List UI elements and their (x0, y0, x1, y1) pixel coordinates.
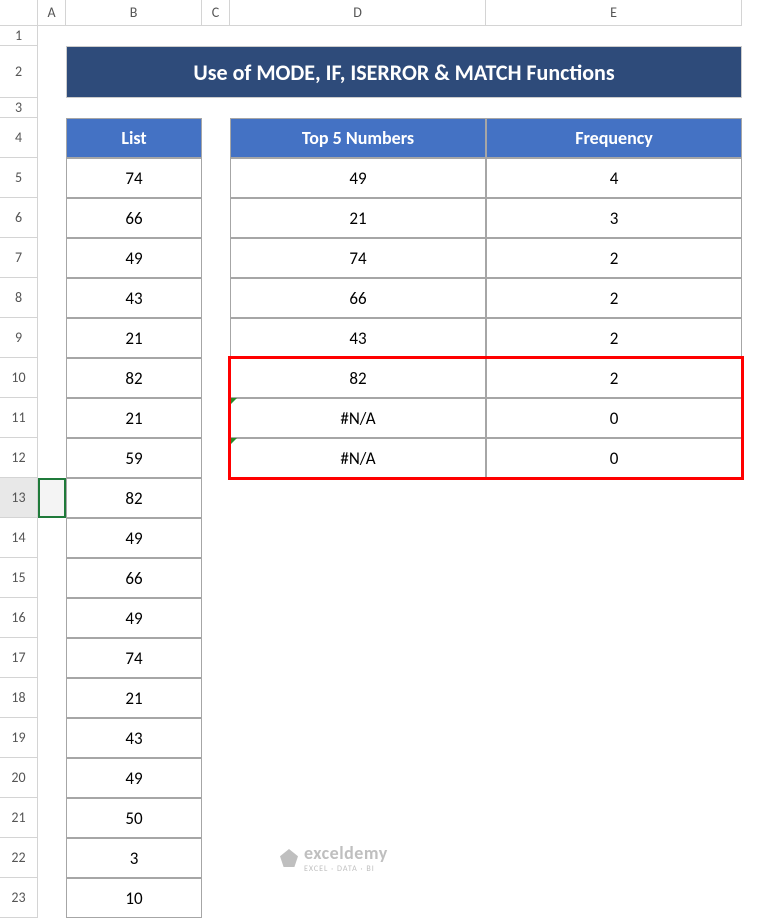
row-header-5[interactable]: 5 (0, 158, 38, 198)
list-cell[interactable]: 43 (66, 718, 202, 758)
top5-number-cell[interactable]: 82 (230, 358, 486, 398)
sheet-corner[interactable] (0, 0, 38, 26)
row-header-15[interactable]: 15 (0, 558, 38, 598)
top5-number-cell[interactable]: 21 (230, 198, 486, 238)
col-header-A[interactable]: A (38, 0, 66, 26)
header-freq[interactable]: Frequency (486, 118, 742, 158)
col-header-D[interactable]: D (230, 0, 486, 26)
top5-number-cell[interactable]: #N/A (230, 438, 486, 478)
top5-freq-cell[interactable]: 2 (486, 278, 742, 318)
spreadsheet: ABCDE 1234567891011121314151617181920212… (0, 0, 768, 918)
list-cell[interactable]: 82 (66, 478, 202, 518)
row-header-13[interactable]: 13 (0, 478, 38, 518)
row-header-21[interactable]: 21 (0, 798, 38, 838)
header-top5[interactable]: Top 5 Numbers (230, 118, 486, 158)
row-header-2[interactable]: 2 (0, 46, 38, 98)
top5-number-cell[interactable]: 74 (230, 238, 486, 278)
row-header-14[interactable]: 14 (0, 518, 38, 558)
list-cell[interactable]: 43 (66, 278, 202, 318)
top5-freq-cell[interactable]: 2 (486, 318, 742, 358)
row-header-9[interactable]: 9 (0, 318, 38, 358)
row-header-23[interactable]: 23 (0, 878, 38, 918)
top5-number-cell[interactable]: #N/A (230, 398, 486, 438)
list-cell[interactable]: 82 (66, 358, 202, 398)
row-header-17[interactable]: 17 (0, 638, 38, 678)
col-header-C[interactable]: C (202, 0, 230, 26)
list-cell[interactable]: 21 (66, 678, 202, 718)
header-list[interactable]: List (66, 118, 202, 158)
row-header-19[interactable]: 19 (0, 718, 38, 758)
col-header-E[interactable]: E (486, 0, 742, 26)
column-headers: ABCDE (0, 0, 768, 26)
list-cell[interactable]: 49 (66, 518, 202, 558)
list-cell[interactable]: 59 (66, 438, 202, 478)
list-cell[interactable]: 74 (66, 638, 202, 678)
row-header-20[interactable]: 20 (0, 758, 38, 798)
top5-number-cell[interactable]: 43 (230, 318, 486, 358)
watermark-name: exceldemy (304, 842, 388, 864)
watermark: exceldemyEXCEL · DATA · BI (280, 842, 388, 874)
list-cell[interactable]: 66 (66, 198, 202, 238)
error-marker-icon (230, 438, 237, 445)
selected-cell[interactable] (38, 478, 66, 518)
row-header-22[interactable]: 22 (0, 838, 38, 878)
row-header-4[interactable]: 4 (0, 118, 38, 158)
top5-freq-cell[interactable]: 0 (486, 398, 742, 438)
list-cell[interactable]: 10 (66, 878, 202, 918)
page-title: Use of MODE, IF, ISERROR & MATCH Functio… (66, 46, 742, 98)
top5-freq-cell[interactable]: 3 (486, 198, 742, 238)
row-header-8[interactable]: 8 (0, 278, 38, 318)
row-header-18[interactable]: 18 (0, 678, 38, 718)
list-cell[interactable]: 50 (66, 798, 202, 838)
row-headers: 1234567891011121314151617181920212223 (0, 0, 38, 918)
list-cell[interactable]: 21 (66, 398, 202, 438)
top5-freq-cell[interactable]: 2 (486, 238, 742, 278)
list-cell[interactable]: 74 (66, 158, 202, 198)
col-header-B[interactable]: B (66, 0, 202, 26)
list-cell[interactable]: 49 (66, 598, 202, 638)
top5-number-cell[interactable]: 49 (230, 158, 486, 198)
row-header-12[interactable]: 12 (0, 438, 38, 478)
watermark-sub: EXCEL · DATA · BI (304, 864, 388, 874)
top5-freq-cell[interactable]: 2 (486, 358, 742, 398)
row-header-10[interactable]: 10 (0, 358, 38, 398)
list-cell[interactable]: 66 (66, 558, 202, 598)
error-marker-icon (230, 398, 237, 405)
list-cell[interactable]: 3 (66, 838, 202, 878)
watermark-logo-icon (280, 849, 298, 867)
top5-freq-cell[interactable]: 0 (486, 438, 742, 478)
list-cell[interactable]: 21 (66, 318, 202, 358)
row-header-11[interactable]: 11 (0, 398, 38, 438)
row-header-1[interactable]: 1 (0, 26, 38, 46)
row-header-6[interactable]: 6 (0, 198, 38, 238)
list-cell[interactable]: 49 (66, 238, 202, 278)
row-header-7[interactable]: 7 (0, 238, 38, 278)
list-cell[interactable]: 49 (66, 758, 202, 798)
top5-freq-cell[interactable]: 4 (486, 158, 742, 198)
row-header-3[interactable]: 3 (0, 98, 38, 118)
top5-number-cell[interactable]: 66 (230, 278, 486, 318)
row-header-16[interactable]: 16 (0, 598, 38, 638)
